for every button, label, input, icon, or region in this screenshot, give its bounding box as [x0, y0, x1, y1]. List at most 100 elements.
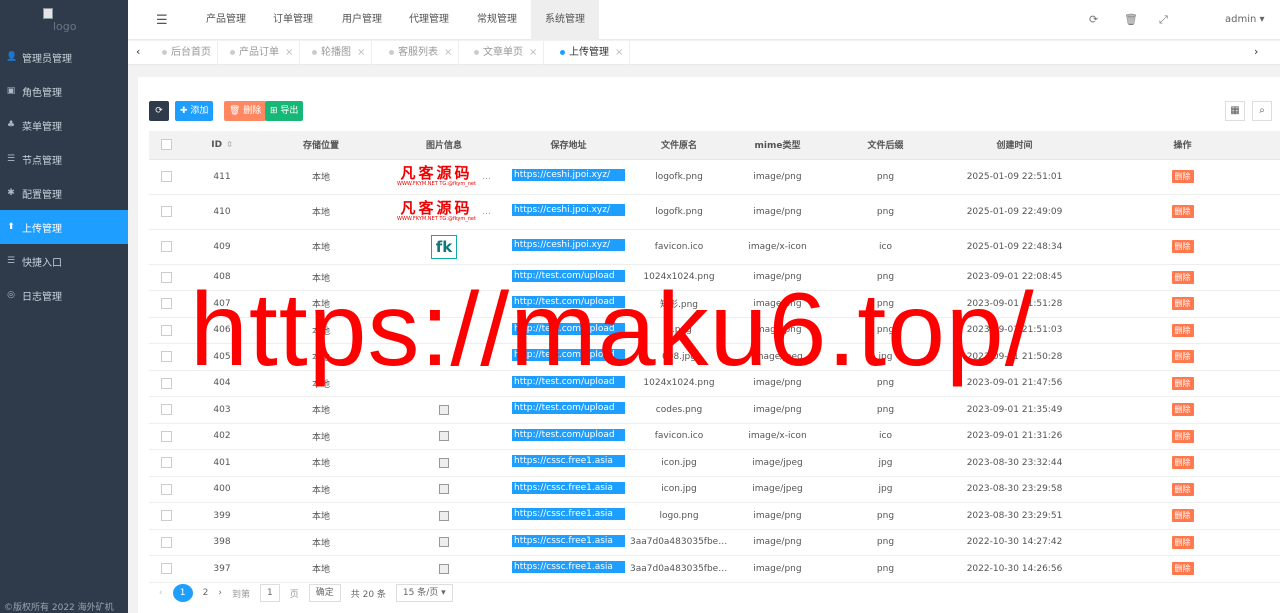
- prev-page-button[interactable]: ‹: [159, 588, 163, 598]
- refresh-icon[interactable]: ⟳: [1089, 13, 1098, 26]
- url-link[interactable]: https://ceshi.jpoi.xyz/: [512, 169, 625, 181]
- row-delete-button[interactable]: 删除: [1171, 240, 1194, 253]
- close-icon[interactable]: ×: [444, 47, 452, 58]
- tab-product-orders[interactable]: 产品订单 ×: [222, 41, 301, 65]
- logo[interactable]: logo: [0, 0, 128, 40]
- row-delete-button[interactable]: 删除: [1171, 323, 1194, 337]
- broken-image-icon[interactable]: [439, 404, 449, 415]
- row-checkbox[interactable]: [149, 317, 183, 344]
- row-checkbox[interactable]: [149, 423, 183, 450]
- thumbnail-image[interactable]: 凡客源码 WWW.FKYM.NET TG:@fkym_net: [397, 166, 476, 187]
- goto-page-input[interactable]: 1: [259, 584, 280, 602]
- top-tab-users[interactable]: 用户管理: [331, 0, 393, 40]
- row-delete-button[interactable]: 删除: [1171, 297, 1194, 311]
- page-2-button[interactable]: 2: [203, 588, 209, 598]
- columns-icon[interactable]: ▦: [1225, 101, 1245, 121]
- column-id[interactable]: ID ⇳: [183, 131, 261, 160]
- url-link[interactable]: http://test.com/upload: [512, 322, 625, 335]
- sidebar-item[interactable]: ⬆ 上传管理: [0, 210, 128, 244]
- url-link[interactable]: http://test.com/upload: [512, 296, 625, 309]
- row-checkbox[interactable]: [149, 290, 183, 318]
- thumbnail-image[interactable]: fk: [431, 234, 457, 259]
- sidebar-item[interactable]: ▣ 角色管理: [0, 74, 128, 108]
- sidebar-item[interactable]: 👤 管理员管理: [0, 40, 128, 74]
- url-link[interactable]: https://cssc.free1.asia: [512, 481, 625, 494]
- tab-upload[interactable]: 上传管理 ×: [552, 41, 631, 65]
- delete-button[interactable]: 🗑 删除: [224, 101, 267, 121]
- row-checkbox[interactable]: [149, 194, 183, 230]
- fullscreen-icon[interactable]: ⤢: [1159, 13, 1168, 27]
- row-delete-button[interactable]: 删除: [1171, 535, 1194, 549]
- close-icon[interactable]: ×: [615, 47, 623, 58]
- row-delete-button[interactable]: 删除: [1171, 482, 1194, 496]
- url-link[interactable]: https://cssc.free1.asia: [512, 455, 625, 468]
- refresh-button[interactable]: ⟳: [149, 101, 169, 121]
- sidebar-item[interactable]: ♣ 菜单管理: [0, 108, 128, 142]
- tab-home[interactable]: 后台首页: [154, 41, 218, 65]
- top-tab-general[interactable]: 常规管理: [466, 0, 528, 40]
- tab-article[interactable]: 文章单页 ×: [466, 41, 545, 65]
- thumbnail-image[interactable]: 凡客源码 WWW.FKYM.NET TG:@fkym_net: [397, 201, 476, 222]
- row-checkbox[interactable]: [149, 264, 183, 291]
- top-tab-agents[interactable]: 代理管理: [398, 0, 460, 40]
- row-checkbox[interactable]: [149, 370, 183, 397]
- row-delete-button[interactable]: 删除: [1171, 205, 1194, 218]
- url-link[interactable]: http://test.com/upload: [512, 375, 625, 388]
- row-delete-button[interactable]: 删除: [1171, 456, 1194, 470]
- search-icon[interactable]: ⌕: [1252, 101, 1272, 121]
- row-checkbox[interactable]: [149, 396, 183, 424]
- top-tab-system[interactable]: 系统管理: [531, 0, 599, 40]
- trash-icon[interactable]: 🗑: [1124, 13, 1138, 26]
- row-checkbox[interactable]: [149, 229, 183, 265]
- top-tab-products[interactable]: 产品管理: [195, 0, 257, 40]
- broken-image-icon[interactable]: [439, 563, 449, 574]
- broken-image-icon[interactable]: [439, 431, 449, 441]
- row-delete-button[interactable]: 删除: [1171, 170, 1194, 183]
- top-tab-orders[interactable]: 订单管理: [262, 0, 324, 40]
- row-delete-button[interactable]: 删除: [1171, 350, 1194, 364]
- sidebar-item[interactable]: ✱ 配置管理: [0, 176, 128, 210]
- row-delete-button[interactable]: 删除: [1171, 562, 1194, 576]
- user-menu[interactable]: admin ▾: [1225, 14, 1265, 25]
- sidebar-item[interactable]: ☰ 节点管理: [0, 142, 128, 176]
- tab-carousel[interactable]: 轮播图 ×: [304, 41, 373, 65]
- menu-toggle-icon[interactable]: ☰: [156, 13, 168, 28]
- sort-icon[interactable]: ⇳: [226, 140, 233, 149]
- export-button[interactable]: ⊞ 导出: [265, 101, 304, 121]
- url-link[interactable]: http://test.com/upload: [512, 402, 625, 415]
- close-icon[interactable]: ×: [285, 47, 293, 58]
- row-checkbox[interactable]: [149, 555, 183, 583]
- row-checkbox[interactable]: [149, 449, 183, 477]
- broken-image-icon[interactable]: [439, 484, 449, 494]
- sidebar-item[interactable]: ◎ 日志管理: [0, 278, 128, 312]
- url-link[interactable]: http://test.com/upload: [512, 349, 625, 362]
- row-delete-button[interactable]: 删除: [1171, 509, 1194, 523]
- tab-scroll-right-icon[interactable]: ›: [1254, 45, 1258, 58]
- row-delete-button[interactable]: 删除: [1171, 403, 1194, 417]
- page-1-button[interactable]: 1: [172, 584, 193, 602]
- row-checkbox[interactable]: [149, 343, 183, 371]
- close-icon[interactable]: ×: [529, 47, 537, 58]
- add-button[interactable]: ✚ 添加: [175, 101, 214, 121]
- row-checkbox[interactable]: [149, 476, 183, 503]
- row-checkbox[interactable]: [149, 159, 183, 195]
- tab-service-list[interactable]: 客服列表 ×: [381, 41, 460, 65]
- url-link[interactable]: https://cssc.free1.asia: [512, 534, 625, 547]
- goto-confirm-button[interactable]: 确定: [308, 584, 341, 602]
- row-checkbox[interactable]: [149, 502, 183, 530]
- next-page-button[interactable]: ›: [218, 588, 222, 598]
- select-all-checkbox[interactable]: [149, 131, 183, 160]
- broken-image-icon[interactable]: [439, 510, 449, 521]
- row-delete-button[interactable]: 删除: [1171, 429, 1194, 443]
- url-link[interactable]: https://cssc.free1.asia: [512, 508, 625, 521]
- url-link[interactable]: https://ceshi.jpoi.xyz/: [512, 239, 625, 251]
- row-delete-button[interactable]: 删除: [1171, 270, 1194, 284]
- close-icon[interactable]: ×: [357, 47, 365, 58]
- url-link[interactable]: http://test.com/upload: [512, 428, 625, 441]
- row-delete-button[interactable]: 删除: [1171, 376, 1194, 390]
- url-link[interactable]: http://test.com/upload: [512, 269, 625, 282]
- page-size-select[interactable]: 15 条/页 ▾: [395, 584, 453, 602]
- broken-image-icon[interactable]: [439, 457, 449, 468]
- url-link[interactable]: https://cssc.free1.asia: [512, 561, 625, 574]
- sidebar-item[interactable]: ☰ 快捷入口: [0, 244, 128, 278]
